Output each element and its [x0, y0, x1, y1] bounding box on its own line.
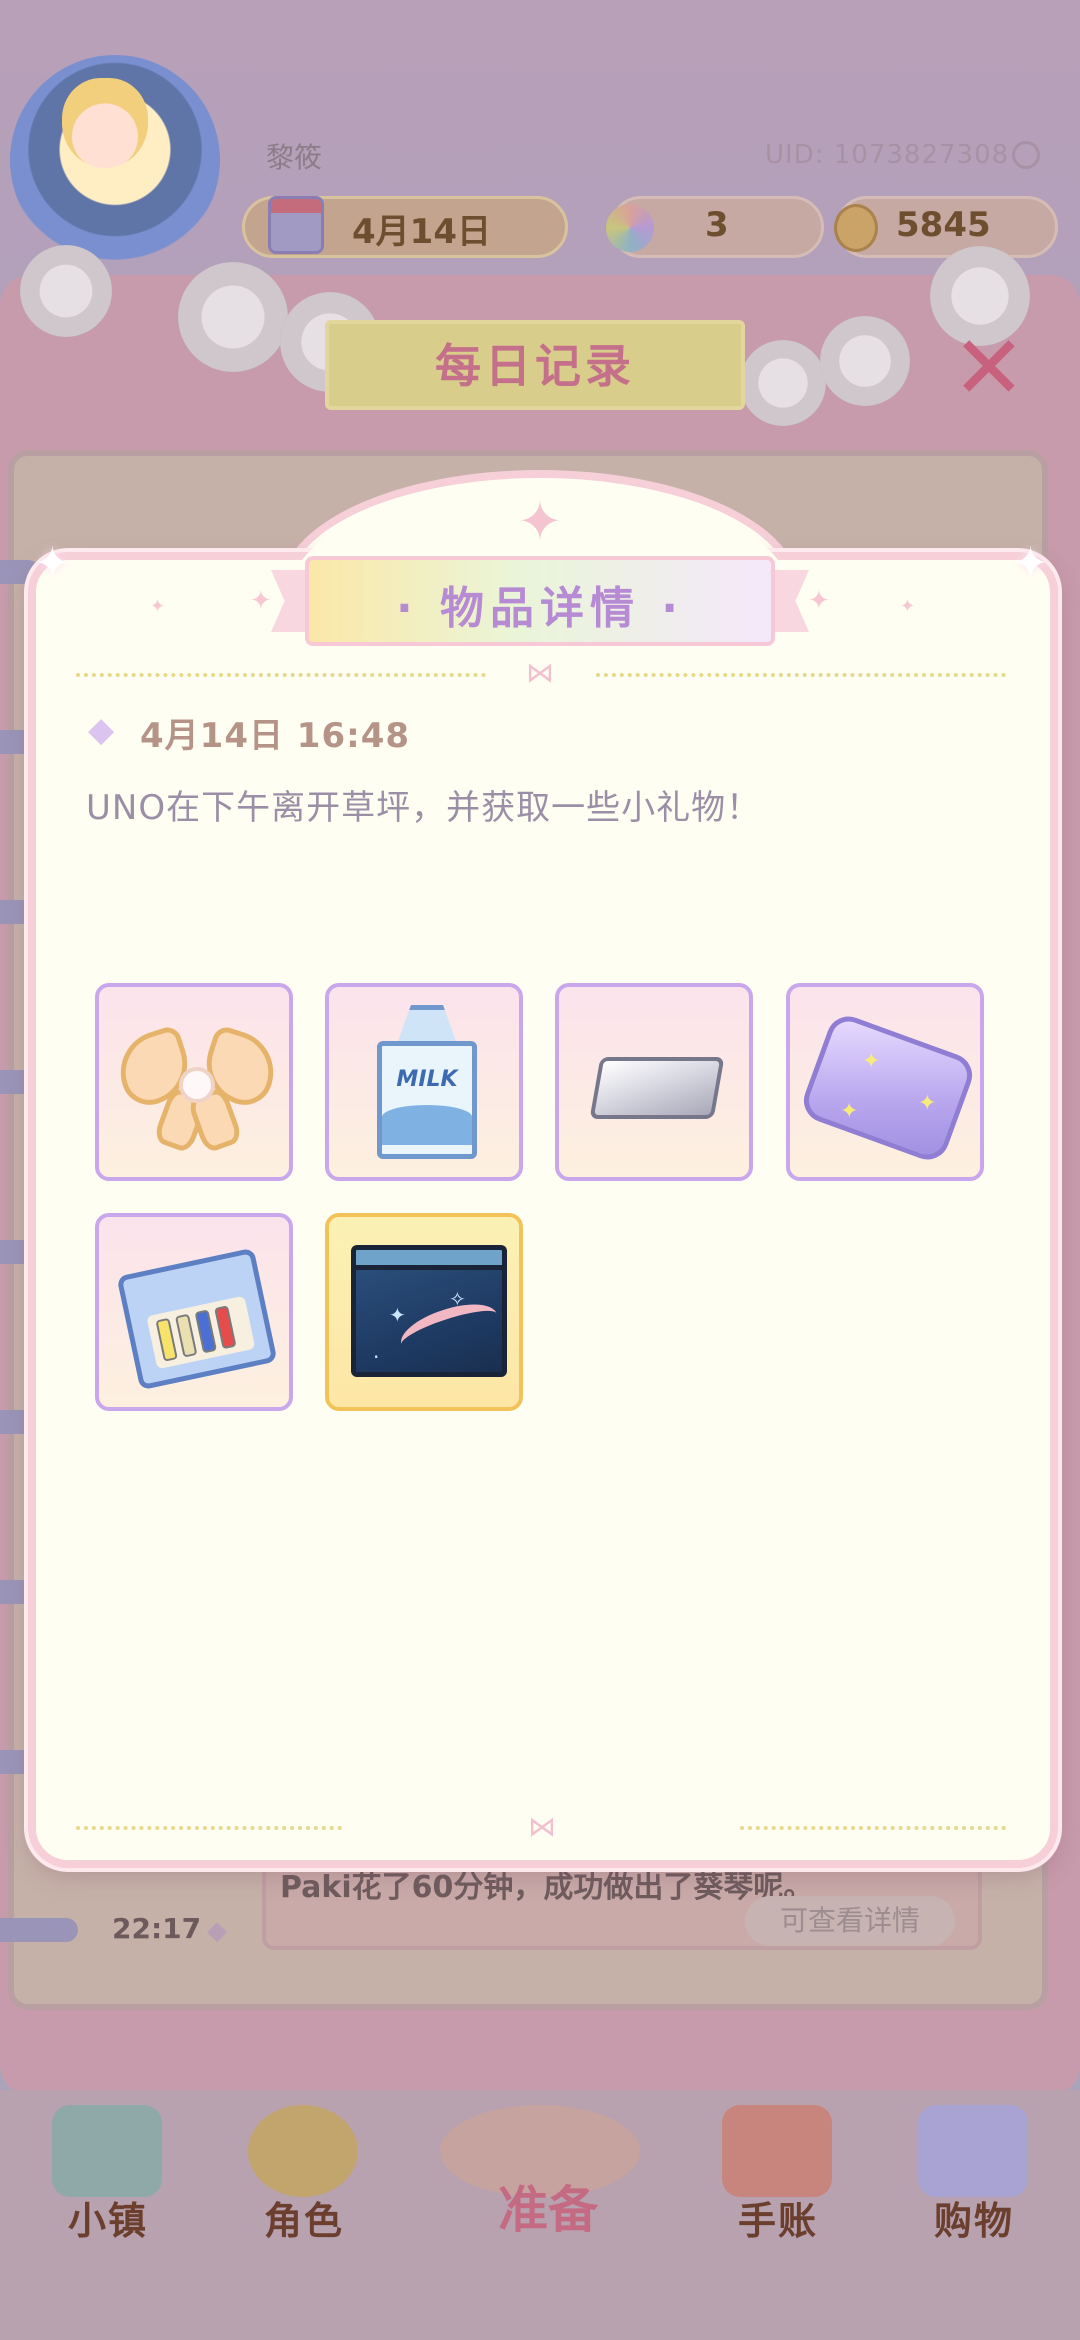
rose-decoration: [20, 245, 112, 337]
nav-prepare[interactable]: 准备: [478, 2170, 618, 2242]
nav-character[interactable]: 角色: [224, 2190, 384, 2245]
divider: [596, 673, 1006, 677]
nav-shopping[interactable]: 购物: [894, 2190, 1054, 2245]
log-entry-text: Paki花了60分钟，成功做出了葵琴呢。: [280, 1870, 814, 1905]
star-icon: ✦: [808, 586, 830, 616]
star-icon: ✦: [150, 596, 166, 617]
shopping-bag-icon[interactable]: [918, 2105, 1028, 2197]
star-icon: ✦: [900, 596, 916, 617]
item-slot[interactable]: ✦ ✦ ✦: [786, 983, 984, 1181]
diamond-icon: ◆: [207, 1916, 227, 1946]
crown-ornament-icon: ✦: [517, 490, 563, 553]
player-uid: UID: 1073827308: [765, 140, 1010, 170]
star-icon: ✦: [250, 586, 272, 616]
rose-decoration: [820, 316, 910, 406]
avatar-portrait: [62, 78, 148, 168]
divider: [740, 1826, 1006, 1830]
gem-icon: [606, 204, 654, 252]
item-slot[interactable]: [555, 983, 753, 1181]
character-icon[interactable]: [248, 2105, 358, 2197]
calendar-icon[interactable]: [268, 196, 324, 254]
rose-decoration: [178, 262, 288, 372]
town-icon[interactable]: [52, 2105, 162, 2197]
close-icon[interactable]: ✕: [952, 324, 1026, 412]
player-name: 黎筱: [266, 141, 323, 174]
divider: [76, 673, 486, 677]
diamond-icon: ◆: [88, 710, 115, 750]
modal-title: · 物品详情 ·: [395, 583, 685, 634]
item-slot[interactable]: MILK: [325, 983, 523, 1181]
coin-count: 5845: [896, 205, 991, 245]
gem-count: 3: [705, 205, 729, 245]
view-details-button[interactable]: 可查看详情: [745, 1896, 955, 1946]
sparkle-icon: ✦: [1012, 538, 1049, 589]
bow-divider-icon: ⋈: [526, 656, 554, 689]
daily-record-title: 每日记录: [435, 339, 635, 393]
item-slot-rare[interactable]: ✦ ✧ ·: [325, 1213, 523, 1411]
copy-uid-icon[interactable]: [1012, 141, 1040, 169]
divider: [76, 1826, 342, 1830]
milk-label: MILK: [396, 1067, 458, 1092]
coin-icon: [834, 204, 878, 252]
sparkle-icon: ✦: [34, 538, 71, 589]
entry-description: UNO在下午离开草坪，并获取一些小礼物！: [86, 788, 762, 828]
rose-decoration: [740, 340, 826, 426]
log-entry-time: 22:17: [112, 1912, 202, 1945]
page-tab[interactable]: [0, 1918, 78, 1942]
nav-town[interactable]: 小镇: [28, 2190, 188, 2245]
item-slot[interactable]: [95, 983, 293, 1181]
top-status-bar: 黎筱 UID: 1073827308 4月14日 3 5845: [0, 0, 1080, 265]
item-slot[interactable]: [95, 1213, 293, 1411]
entry-datetime: 4月14日 16:48: [140, 716, 411, 756]
current-date: 4月14日: [352, 212, 491, 252]
journal-icon[interactable]: [722, 2105, 832, 2197]
nav-journal[interactable]: 手账: [698, 2190, 858, 2245]
bow-divider-icon: ⋈: [528, 1810, 556, 1843]
